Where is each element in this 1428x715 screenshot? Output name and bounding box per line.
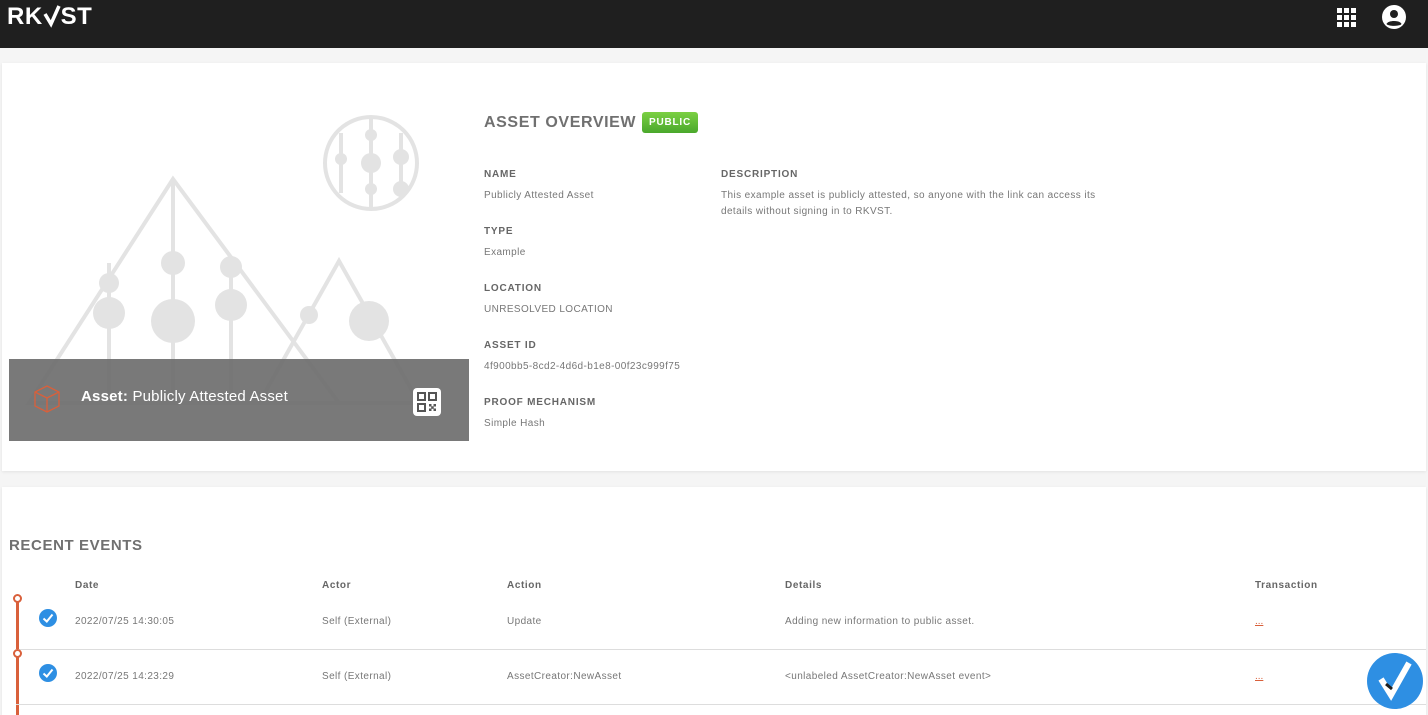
event-date: 2022/07/25 14:23:29 <box>75 671 175 682</box>
proof-mechanism-label: PROOF MECHANISM <box>484 397 596 408</box>
asset-name-banner: Asset: Publicly Attested Asset <box>9 359 469 441</box>
check-circle-icon <box>39 609 57 627</box>
event-date: 2022/07/25 14:30:05 <box>75 616 175 627</box>
logo-text-left: RK <box>7 3 43 30</box>
description-label: DESCRIPTION <box>721 169 799 180</box>
type-label: TYPE <box>484 226 514 237</box>
verify-check-icon <box>1378 661 1412 701</box>
event-actor: Self (External) <box>322 616 392 627</box>
event-details: <unlabeled AssetCreator:NewAsset event> <box>785 671 992 682</box>
event-actor: Self (External) <box>322 671 392 682</box>
timeline-node <box>13 649 22 658</box>
account-circle-icon[interactable] <box>1382 5 1406 29</box>
cube-icon <box>34 385 60 413</box>
event-details: Adding new information to public asset. <box>785 616 975 627</box>
asset-banner-name: Publicly Attested Asset <box>132 388 288 405</box>
location-value: UNRESOLVED LOCATION <box>484 304 613 315</box>
asset-overview-card: Asset: Publicly Attested Asset ASSET OVE… <box>2 63 1426 471</box>
asset-banner-title: Asset: Publicly Attested Asset <box>81 388 288 405</box>
transaction-link[interactable]: ... <box>1255 671 1263 682</box>
check-circle-icon <box>39 664 57 682</box>
description-value: This example asset is publicly attested,… <box>721 190 1096 217</box>
event-row[interactable]: 2022/07/25 14:30:05 Self (External) Upda… <box>16 595 1426 650</box>
asset-hero-image: Asset: Publicly Attested Asset <box>9 103 469 441</box>
logo-text-right: ST <box>60 3 93 30</box>
asset-overview-title: ASSET OVERVIEW <box>484 114 637 131</box>
name-label: NAME <box>484 169 517 180</box>
name-value: Publicly Attested Asset <box>484 190 594 201</box>
qr-code-button[interactable] <box>413 388 441 416</box>
column-header-details: Details <box>785 580 822 591</box>
apps-grid-icon[interactable] <box>1337 8 1356 27</box>
qr-code-icon <box>417 392 437 412</box>
column-header-action: Action <box>507 580 542 591</box>
rkvst-logo[interactable]: RK ST <box>7 3 93 30</box>
recent-events-title: RECENT EVENTS <box>9 537 143 554</box>
event-action: Update <box>507 616 542 627</box>
column-header-transaction: Transaction <box>1255 580 1318 591</box>
asset-id-label: ASSET ID <box>484 340 537 351</box>
verify-badge-button[interactable] <box>1367 653 1423 709</box>
location-label: LOCATION <box>484 283 542 294</box>
type-value: Example <box>484 247 526 258</box>
timeline-node <box>13 594 22 603</box>
top-bar: RK ST <box>0 0 1428 48</box>
logo-check-icon <box>43 5 61 28</box>
asset-id-value: 4f900bb5-8cd2-4d6d-b1e8-00f23c999f75 <box>484 361 681 372</box>
column-header-actor: Actor <box>322 580 352 591</box>
asset-banner-prefix: Asset: <box>81 388 129 405</box>
recent-events-card: RECENT EVENTS Date Actor Action Details … <box>2 487 1426 715</box>
column-header-date: Date <box>75 580 100 591</box>
proof-mechanism-value: Simple Hash <box>484 418 546 429</box>
transaction-link[interactable]: ... <box>1255 616 1263 627</box>
event-row[interactable]: 2022/07/25 14:23:29 Self (External) Asse… <box>16 650 1426 705</box>
event-action: AssetCreator:NewAsset <box>507 671 622 682</box>
public-status-badge: PUBLIC <box>642 112 698 133</box>
